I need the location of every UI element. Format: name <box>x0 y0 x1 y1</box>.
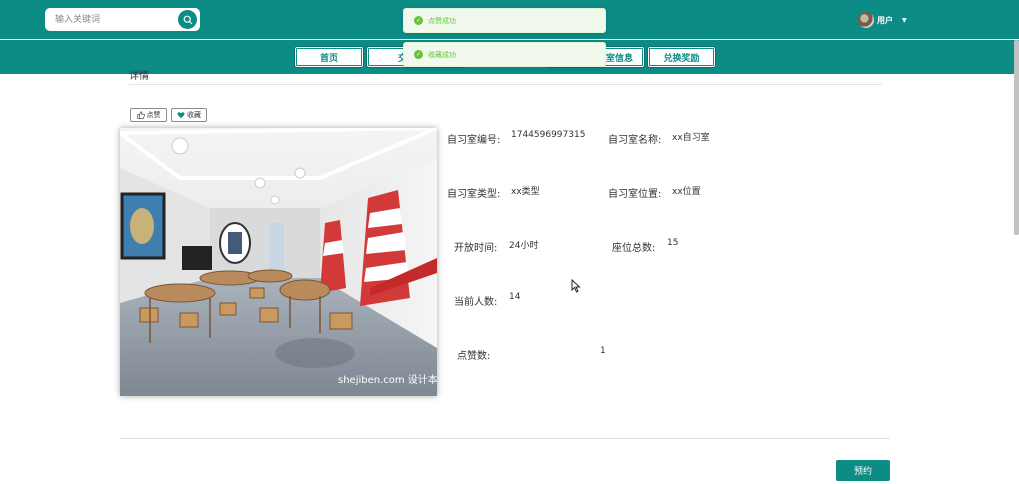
toast-message: 点赞成功 <box>428 16 456 25</box>
label-current-count: 当前人数: <box>454 297 498 308</box>
label-total-seats: 座位总数: <box>612 243 656 254</box>
search-button[interactable] <box>178 10 197 29</box>
mouse-cursor-icon <box>571 279 581 293</box>
nav-item-home[interactable]: 首页 <box>294 46 364 68</box>
check-circle-icon: ✓ <box>414 16 423 25</box>
label-open-hours: 开放时间: <box>454 243 498 254</box>
label-room-name: 自习室名称: <box>608 135 662 146</box>
search-box <box>45 8 200 31</box>
value-room-name: xx自习室 <box>672 133 710 143</box>
search-icon <box>183 15 192 24</box>
scrollbar[interactable] <box>1014 40 1019 235</box>
check-circle-icon: ✓ <box>414 50 423 59</box>
like-label: 点赞 <box>146 111 161 119</box>
value-total-seats: 15 <box>667 238 679 248</box>
label-room-type: 自习室类型: <box>447 189 501 200</box>
value-current-count: 14 <box>509 292 521 302</box>
search-input[interactable] <box>55 12 175 27</box>
user-name: 用户 <box>877 15 893 25</box>
like-button[interactable]: 点赞 <box>130 108 167 122</box>
image-watermark: shejiben.com 设计本 <box>338 373 437 386</box>
avatar <box>858 12 874 28</box>
user-menu[interactable]: 用户 ▼ <box>858 11 907 29</box>
room-illustration: shejiben.com 设计本 <box>120 128 437 396</box>
value-open-hours: 24小时 <box>509 241 539 251</box>
reserve-button[interactable]: 预约 <box>836 460 890 481</box>
value-room-location: xx位置 <box>672 187 701 197</box>
study-room-image: shejiben.com 设计本 <box>120 128 437 396</box>
toast-favorite-success: ✓ 收藏成功 <box>403 42 606 67</box>
value-like-count: 1 <box>600 346 606 356</box>
value-room-type: xx类型 <box>511 187 540 197</box>
thumbs-up-icon <box>136 111 145 119</box>
divider <box>129 84 882 85</box>
label-room-location: 自习室位置: <box>608 189 662 200</box>
toast-message: 收藏成功 <box>428 50 456 59</box>
nav-item-rewards[interactable]: 兑换奖励 <box>647 46 716 68</box>
divider <box>120 438 890 439</box>
value-room-id: 1744596997315 <box>511 130 586 140</box>
label-room-id: 自习室编号: <box>447 135 501 146</box>
heart-icon <box>177 112 185 119</box>
favorite-button[interactable]: 收藏 <box>171 108 207 122</box>
caret-down-icon: ▼ <box>902 16 907 24</box>
toast-like-success: ✓ 点赞成功 <box>403 8 606 33</box>
label-like-count: 点赞数: <box>457 351 491 362</box>
favorite-label: 收藏 <box>187 111 201 119</box>
section-title: 详情 <box>129 71 149 82</box>
